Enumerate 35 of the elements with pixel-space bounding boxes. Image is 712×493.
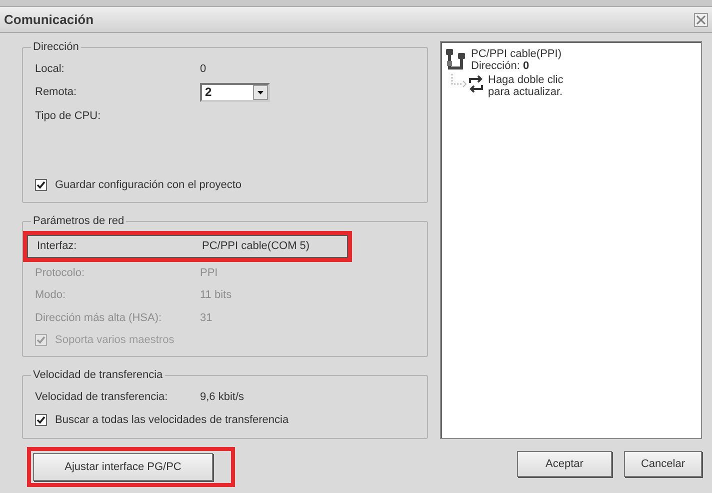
field-label: Dirección más alta (HSA): xyxy=(35,312,163,324)
field-value: PPI xyxy=(200,267,218,280)
group-title: Dirección xyxy=(32,41,80,53)
checkbox[interactable] xyxy=(35,414,47,426)
accept-button[interactable]: Aceptar xyxy=(517,451,612,477)
field-label: Modo: xyxy=(35,289,67,302)
caret-icon xyxy=(253,84,268,100)
group-title: Parámetros de red xyxy=(32,215,126,227)
field-label: Velocidad de transferencia: xyxy=(35,390,169,403)
adjust-interface-button[interactable]: Ajustar interface PG/PC xyxy=(33,453,213,481)
tree-item-title[interactable]: PC/PPI cable(PPI) xyxy=(471,48,562,60)
field-value: 0 xyxy=(200,62,206,75)
tree-item-title[interactable]: Haga doble clic para actualizar. xyxy=(488,74,578,98)
cancel-button[interactable]: Cancelar xyxy=(624,451,702,477)
checkbox-label: Buscar a todas las velocidades de transferencia xyxy=(55,414,289,426)
window-title: Comunicación xyxy=(4,12,94,27)
field-label: Interfaz: xyxy=(37,240,78,252)
field-value: PC/PPI cable(COM 5) xyxy=(202,240,310,252)
tree-item-subtitle: Dirección: 0 xyxy=(471,60,530,72)
checkbox[interactable] xyxy=(35,179,47,191)
close-icon[interactable] xyxy=(694,12,708,26)
refresh-icon xyxy=(467,74,485,94)
field-label: Local: xyxy=(35,62,66,75)
field-value: 31 xyxy=(200,312,212,324)
remote-dropdown[interactable]: 2 xyxy=(200,82,270,102)
checkbox-label: Guardar configuración con el proyecto xyxy=(55,179,242,191)
group-title: Velocidad de transferencia xyxy=(32,369,164,381)
field-label: Protocolo: xyxy=(35,267,86,280)
cable-icon xyxy=(445,48,467,72)
tree-connector-line xyxy=(451,74,467,90)
field-label: Remota: xyxy=(35,86,78,98)
field-value: 11 bits xyxy=(200,289,232,302)
field-label: Tipo de CPU: xyxy=(35,110,102,122)
checkbox-label: Soporta varios maestros xyxy=(55,334,174,346)
field-value: 9,6 kbit/s xyxy=(200,390,244,403)
